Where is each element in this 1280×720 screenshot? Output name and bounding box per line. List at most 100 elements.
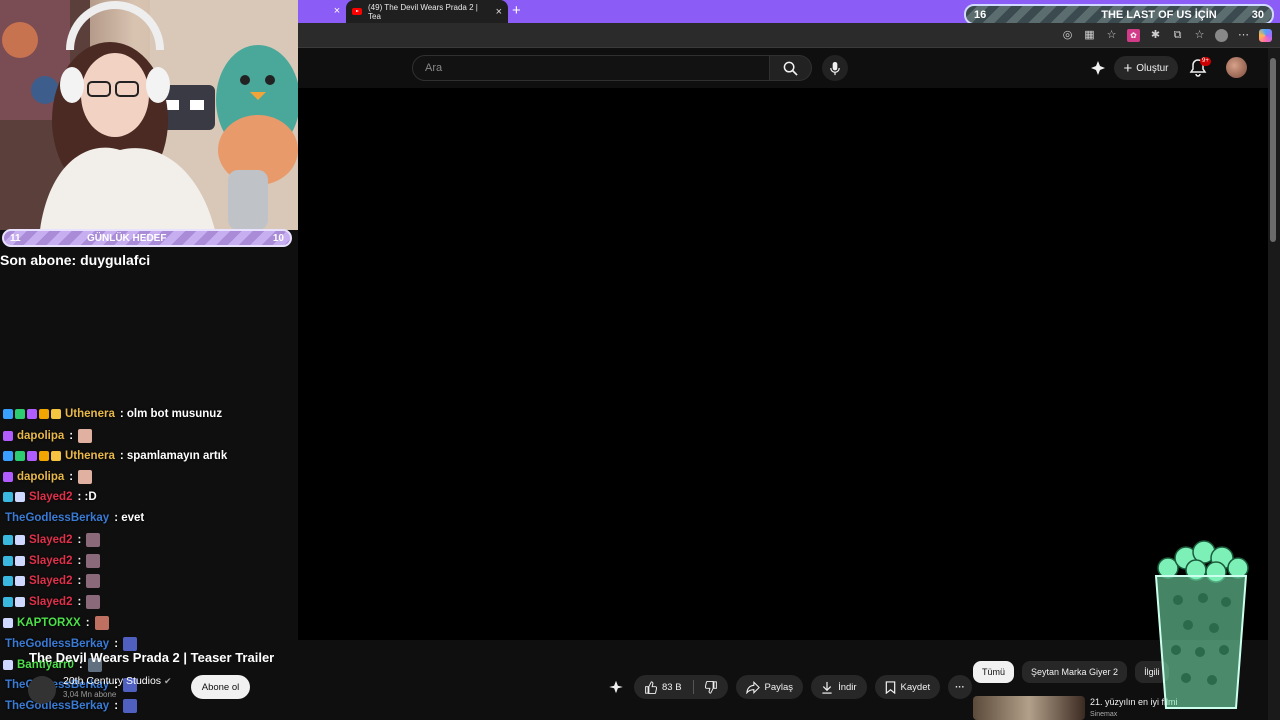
create-label: Oluştur xyxy=(1136,62,1169,74)
chat-badge-icon xyxy=(15,492,25,503)
chat-emote-icon xyxy=(86,595,101,610)
verified-check-icon: ✔ xyxy=(163,676,172,686)
chat-badge-icon xyxy=(15,576,25,587)
account-avatar[interactable] xyxy=(1226,57,1247,78)
chip-devil-wears-prada[interactable]: Şeytan Marka Giyer 2 xyxy=(1022,661,1128,683)
chat-message: KAPTORXX: xyxy=(3,616,109,630)
subscriber-count: 3,04 Mn abone xyxy=(63,690,117,699)
extension-pink-icon[interactable]: ✿ xyxy=(1127,29,1140,42)
download-button[interactable]: İndir xyxy=(811,675,867,699)
apps-icon[interactable]: ▦ xyxy=(1083,29,1096,42)
chat-badge-icon xyxy=(3,430,13,441)
subscribe-button[interactable]: Abone ol xyxy=(191,675,250,699)
video-player[interactable] xyxy=(298,88,1268,640)
daily-goal-target: 10 xyxy=(272,232,284,244)
share-button[interactable]: Paylaş xyxy=(735,675,804,699)
chat-badge-icon xyxy=(3,659,13,670)
chat-badge-icon xyxy=(3,618,13,628)
active-browser-tab[interactable]: (49) The Devil Wears Prada 2 | Tea × xyxy=(346,0,508,23)
chat-emote-icon xyxy=(78,470,93,485)
streamer-webcam xyxy=(0,0,298,230)
search-input[interactable]: Ara xyxy=(412,55,770,81)
chat-badge-icon xyxy=(15,555,25,566)
chat-badge-icon xyxy=(3,492,13,503)
chat-message: Slayed2: xyxy=(3,532,101,547)
chat-badge-icon xyxy=(3,472,13,483)
channel-avatar[interactable] xyxy=(28,676,56,704)
more-actions-button[interactable]: ··· xyxy=(948,675,972,699)
recommendation-chips: Tümü Şeytan Marka Giyer 2 İlgili xyxy=(973,661,1169,683)
chat-username[interactable]: Slayed2 xyxy=(29,596,72,608)
daily-goal-title: GÜNLÜK HEDEF xyxy=(87,232,167,244)
search-button[interactable] xyxy=(770,55,812,81)
chat-badge-icon xyxy=(3,597,13,608)
chat-badge-icon xyxy=(3,576,13,587)
like-divider xyxy=(692,680,694,694)
popcorn-bucket-overlay xyxy=(1154,540,1249,709)
daily-goal-bar: 11 GÜNLÜK HEDEF 10 xyxy=(2,229,292,247)
sparkle-ask-icon[interactable] xyxy=(606,675,626,699)
chat-username[interactable]: KAPTORXX xyxy=(17,617,81,629)
recommendation-channel: Sinemax xyxy=(1090,711,1118,718)
last-subscriber-text: Son abone: duygulafci xyxy=(0,252,151,268)
tab-title: (49) The Devil Wears Prada 2 | Tea xyxy=(368,2,478,21)
translate-icon[interactable]: ◎ xyxy=(1061,29,1074,42)
chat-text: : :D xyxy=(77,491,97,504)
chat-message: Uthenera: olm bot musunuz xyxy=(3,408,222,420)
sparkle-create-icon[interactable] xyxy=(1090,60,1106,76)
create-button[interactable]: + Oluştur xyxy=(1114,56,1178,80)
share-label: Paylaş xyxy=(764,681,794,693)
chat-emote-icon xyxy=(123,636,138,651)
chat-text: : xyxy=(69,429,74,442)
chat-username[interactable]: Uthenera xyxy=(65,450,115,462)
chat-text: : xyxy=(77,554,82,567)
chip-all[interactable]: Tümü xyxy=(973,661,1015,683)
chat-username[interactable]: dapolipa xyxy=(17,471,64,483)
voice-search-button[interactable] xyxy=(822,55,848,81)
chat-username[interactable]: TheGodlessBerkay xyxy=(5,700,109,712)
chat-username[interactable]: Slayed2 xyxy=(29,555,72,567)
chat-text: : xyxy=(69,471,74,484)
scrollbar-thumb[interactable] xyxy=(1270,58,1276,242)
chat-message: dapolipa: xyxy=(3,428,93,443)
chat-badge-icon xyxy=(27,450,37,461)
split-screen-icon[interactable]: ⧉ xyxy=(1171,29,1184,42)
copilot-icon[interactable] xyxy=(1259,29,1272,42)
chat-badge-icon xyxy=(51,409,61,419)
chat-username[interactable]: TheGodlessBerkay xyxy=(5,638,109,650)
like-button[interactable]: 83 B xyxy=(634,675,728,699)
chat-badge-icon xyxy=(3,450,13,461)
chat-badge-icon xyxy=(51,450,61,461)
more-menu-icon[interactable]: ⋯ xyxy=(1237,29,1250,42)
favorites-icon[interactable]: ☆ xyxy=(1193,29,1206,42)
chat-emote-icon xyxy=(123,699,138,714)
channel-name[interactable]: 20th Century Studios ✔ xyxy=(63,675,172,687)
recommendation-thumbnail[interactable] xyxy=(973,696,1085,720)
chat-text: : spamlamayın artık xyxy=(119,449,228,462)
webcam-image xyxy=(0,0,298,230)
chat-username[interactable]: Slayed2 xyxy=(29,575,72,587)
thumbs-down-icon[interactable] xyxy=(704,680,718,694)
chat-text: : xyxy=(77,596,82,609)
extensions-icon[interactable]: ✱ xyxy=(1149,29,1162,42)
chat-message: Slayed2 : :D xyxy=(3,491,97,503)
tab-close-icon[interactable]: × xyxy=(496,6,502,18)
chat-username[interactable]: dapolipa xyxy=(17,430,64,442)
top-goal-title: THE LAST OF US İÇİN xyxy=(1101,8,1217,21)
chat-username[interactable]: Slayed2 xyxy=(29,491,72,503)
plus-icon: + xyxy=(1123,59,1133,77)
previous-tab-close-icon[interactable]: × xyxy=(330,4,344,18)
chat-message: TheGodlessBerkay: xyxy=(3,636,138,651)
new-tab-button[interactable]: + xyxy=(512,2,521,19)
profile-avatar-icon[interactable] xyxy=(1215,29,1228,42)
bookmark-star-icon[interactable]: ☆ xyxy=(1105,29,1118,42)
chat-username[interactable]: Slayed2 xyxy=(29,534,72,546)
chat-username[interactable]: TheGodlessBerkay xyxy=(5,512,109,524)
save-button[interactable]: Kaydet xyxy=(874,675,941,699)
chat-badge-icon xyxy=(3,555,13,566)
youtube-favicon-icon xyxy=(352,8,362,15)
channel-name-text: 20th Century Studios xyxy=(63,675,162,687)
share-arrow-icon xyxy=(745,680,760,694)
chat-username[interactable]: Uthenera xyxy=(65,408,115,420)
chat-badge-icon xyxy=(15,450,25,461)
